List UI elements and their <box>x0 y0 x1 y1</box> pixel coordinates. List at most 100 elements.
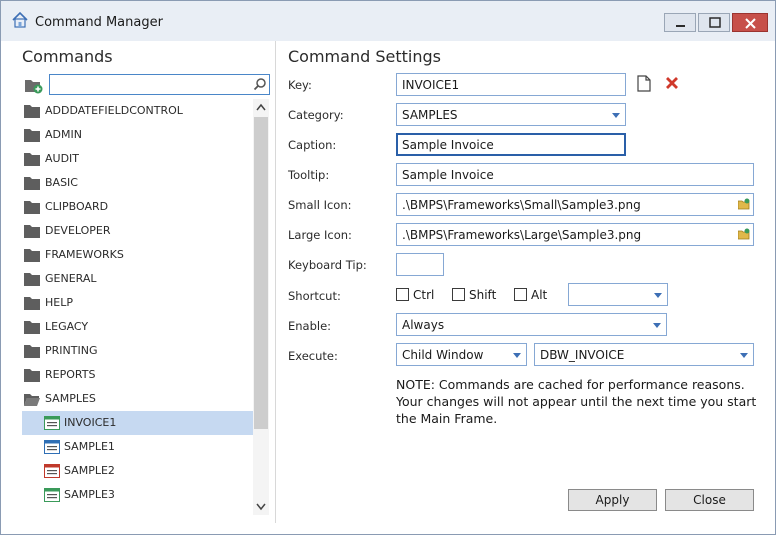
title-bar: Command Manager <box>1 1 775 41</box>
tree-scrollbar[interactable] <box>253 99 269 515</box>
tree-folder-item[interactable]: HELP <box>22 291 253 315</box>
keyboard-tip-field[interactable] <box>396 253 444 276</box>
command-icon <box>44 440 60 454</box>
maximize-button[interactable] <box>698 13 730 32</box>
caption-field[interactable]: Sample Invoice <box>396 133 626 156</box>
tree-command-item[interactable]: SAMPLE3 <box>22 483 253 507</box>
tree-folder-item[interactable]: ADMIN <box>22 123 253 147</box>
tree-item-label: PRINTING <box>45 344 98 357</box>
apply-label: Apply <box>595 493 630 507</box>
tree-folder-item[interactable]: PRINTING <box>22 339 253 363</box>
chevron-down-icon <box>612 113 620 118</box>
enable-value: Always <box>402 318 445 332</box>
tree-item-label: ADDDATEFIELDCONTROL <box>45 104 183 117</box>
tree-item-label: HELP <box>45 296 73 309</box>
tree-folder-item[interactable]: REPORTS <box>22 363 253 387</box>
folder-icon <box>24 225 40 238</box>
dialog-content: Commands ADDDATEFIELDCONTROL ADMIN AUDIT BA… <box>13 41 765 523</box>
small-icon-path: .\BMPS\Frameworks\Small\Sample3.png <box>402 198 641 212</box>
scroll-up-icon[interactable] <box>256 103 266 111</box>
tree-folder-item[interactable]: AUDIT <box>22 147 253 171</box>
apply-button[interactable]: Apply <box>568 489 657 511</box>
tree-item-label: GENERAL <box>45 272 97 285</box>
close-icon <box>745 18 756 29</box>
tree-folder-item[interactable]: ADDDATEFIELDCONTROL <box>22 99 253 123</box>
tree-item-label: SAMPLE3 <box>64 488 115 501</box>
ctrl-checkbox[interactable] <box>396 288 409 301</box>
command-icon <box>44 416 60 430</box>
scroll-down-icon[interactable] <box>256 503 266 511</box>
folder-icon <box>24 153 40 166</box>
command-tree: ADDDATEFIELDCONTROL ADMIN AUDIT BASIC CLIPBO… <box>22 99 253 515</box>
small-icon-field[interactable]: .\BMPS\Frameworks\Small\Sample3.png <box>396 193 754 216</box>
close-window-button[interactable] <box>732 13 768 32</box>
tree-item-label: DEVELOPER <box>45 224 111 237</box>
tree-item-label: AUDIT <box>45 152 80 165</box>
browse-folder-icon[interactable] <box>738 228 750 240</box>
enable-dropdown[interactable]: Always <box>396 313 667 336</box>
large-icon-field[interactable]: .\BMPS\Frameworks\Large\Sample3.png <box>396 223 754 246</box>
chevron-down-icon <box>740 353 748 358</box>
tooltip-label: Tooltip: <box>288 168 330 182</box>
command-settings-title: Command Settings <box>288 47 441 66</box>
tree-item-label: FRAMEWORKS <box>45 248 124 261</box>
chevron-down-icon <box>654 293 662 298</box>
cache-note: NOTE: Commands are cached for performanc… <box>396 377 757 426</box>
ctrl-label: Ctrl <box>413 288 435 302</box>
tree-item-label: LEGACY <box>45 320 89 333</box>
minimize-icon <box>676 25 685 27</box>
tree-folder-item[interactable]: SAMPLES <box>22 387 253 411</box>
commands-panel: Commands ADDDATEFIELDCONTROL ADMIN AUDIT BA… <box>13 41 276 523</box>
tree-item-label: SAMPLE2 <box>64 464 115 477</box>
tree-command-item[interactable]: SAMPLE2 <box>22 459 253 483</box>
tree-folder-item[interactable]: LEGACY <box>22 315 253 339</box>
tree-folder-item[interactable]: CLIPBOARD <box>22 195 253 219</box>
delete-icon[interactable] <box>665 76 679 90</box>
browse-folder-icon[interactable] <box>738 198 750 210</box>
scroll-thumb[interactable] <box>254 117 268 429</box>
shift-label: Shift <box>469 288 497 302</box>
folder-icon <box>24 297 40 310</box>
tree-item-label: CLIPBOARD <box>45 200 109 213</box>
alt-checkbox[interactable] <box>514 288 527 301</box>
new-document-icon[interactable] <box>637 75 651 92</box>
tree-folder-item[interactable]: FRAMEWORKS <box>22 243 253 267</box>
execute-target-value: DBW_INVOICE <box>540 348 625 362</box>
large-icon-path: .\BMPS\Frameworks\Large\Sample3.png <box>402 228 642 242</box>
search-icon[interactable] <box>253 77 267 91</box>
alt-label: Alt <box>531 288 548 302</box>
shortcut-label: Shortcut: <box>288 289 341 303</box>
close-button[interactable]: Close <box>665 489 754 511</box>
key-label: Key: <box>288 78 312 92</box>
search-input[interactable] <box>49 74 270 95</box>
folder-icon <box>24 273 40 286</box>
shift-checkbox[interactable] <box>452 288 465 301</box>
tooltip-field[interactable]: Sample Invoice <box>396 163 754 186</box>
key-field[interactable]: INVOICE1 <box>396 73 626 96</box>
tree-folder-item[interactable]: DEVELOPER <box>22 219 253 243</box>
command-icon <box>44 464 60 478</box>
execute-label: Execute: <box>288 349 338 363</box>
execute-target-dropdown[interactable]: DBW_INVOICE <box>534 343 754 366</box>
tree-folder-item[interactable]: BASIC <box>22 171 253 195</box>
shortcut-key-dropdown[interactable] <box>568 283 668 306</box>
folder-icon <box>24 201 40 214</box>
category-dropdown[interactable]: SAMPLES <box>396 103 626 126</box>
tree-command-item[interactable]: INVOICE1 <box>22 411 253 435</box>
command-icon <box>44 488 60 502</box>
folder-open-icon <box>24 394 40 406</box>
app-home-icon <box>12 11 28 28</box>
folder-icon <box>24 369 40 382</box>
command-manager-window: Command Manager Commands ADDDATEFIELDCON… <box>0 0 776 535</box>
tree-command-item[interactable]: SAMPLE1 <box>22 435 253 459</box>
command-settings-panel: Command Settings Key: INVOICE1 Category:… <box>288 41 765 523</box>
minimize-button[interactable] <box>664 13 696 32</box>
folder-icon <box>24 129 40 142</box>
tree-item-label: BASIC <box>45 176 78 189</box>
execute-type-dropdown[interactable]: Child Window <box>396 343 527 366</box>
tree-folder-item[interactable]: GENERAL <box>22 267 253 291</box>
chevron-down-icon <box>513 353 521 358</box>
category-label: Category: <box>288 108 344 122</box>
add-folder-icon[interactable] <box>24 77 44 95</box>
keyboard-tip-label: Keyboard Tip: <box>288 258 367 272</box>
